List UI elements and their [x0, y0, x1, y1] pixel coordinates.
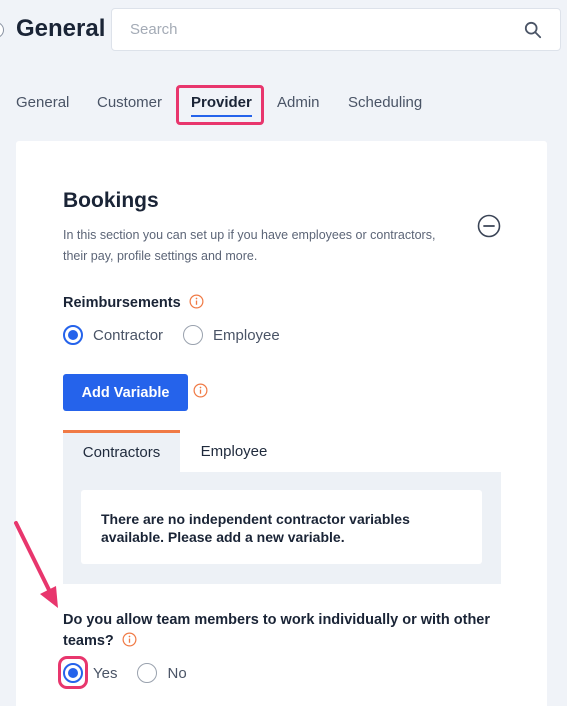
- employee-label: Employee: [213, 326, 280, 344]
- yes-label: Yes: [93, 664, 118, 682]
- section-description: In this section you can set up if you ha…: [63, 228, 436, 263]
- info-icon[interactable]: [193, 383, 208, 398]
- contractor-label: Contractor: [93, 326, 164, 344]
- collapse-icon[interactable]: [477, 214, 501, 238]
- search-icon[interactable]: [524, 21, 542, 39]
- contractor-option[interactable]: Contractor: [63, 325, 163, 345]
- info-icon[interactable]: [122, 632, 137, 647]
- employee-radio[interactable]: [183, 325, 204, 345]
- search-input[interactable]: [130, 21, 524, 38]
- no-option[interactable]: No: [137, 663, 187, 683]
- team-question-label: Do you allow team members to work indivi…: [63, 612, 491, 649]
- tab-scheduling[interactable]: Scheduling: [348, 94, 422, 111]
- no-label: No: [167, 664, 187, 682]
- employee-option[interactable]: Employee: [183, 325, 280, 345]
- contractor-radio[interactable]: [63, 325, 83, 345]
- provider-tab-highlight: [176, 85, 264, 125]
- tab-general[interactable]: General: [16, 94, 69, 111]
- yes-radio-highlight: [58, 656, 88, 689]
- sidebar-toggle[interactable]: [0, 22, 4, 38]
- add-variable-button[interactable]: Add Variable: [63, 374, 188, 411]
- reimbursements-radio-group: Contractor Employee: [63, 325, 300, 345]
- empty-state-message: There are no independent contractor vari…: [81, 490, 482, 564]
- tab-admin[interactable]: Admin: [277, 94, 320, 111]
- variable-tabs: Contractors Employee: [63, 430, 501, 472]
- tab-employee[interactable]: Employee: [180, 430, 288, 472]
- section-title: Bookings: [63, 189, 159, 212]
- tab-customer[interactable]: Customer: [97, 94, 162, 111]
- search-box[interactable]: [111, 8, 561, 51]
- reimbursements-label: Reimbursements: [63, 294, 204, 311]
- info-icon[interactable]: [189, 294, 204, 309]
- page-title: General: [16, 15, 106, 42]
- tab-contractors[interactable]: Contractors: [63, 430, 180, 472]
- no-radio[interactable]: [137, 663, 158, 683]
